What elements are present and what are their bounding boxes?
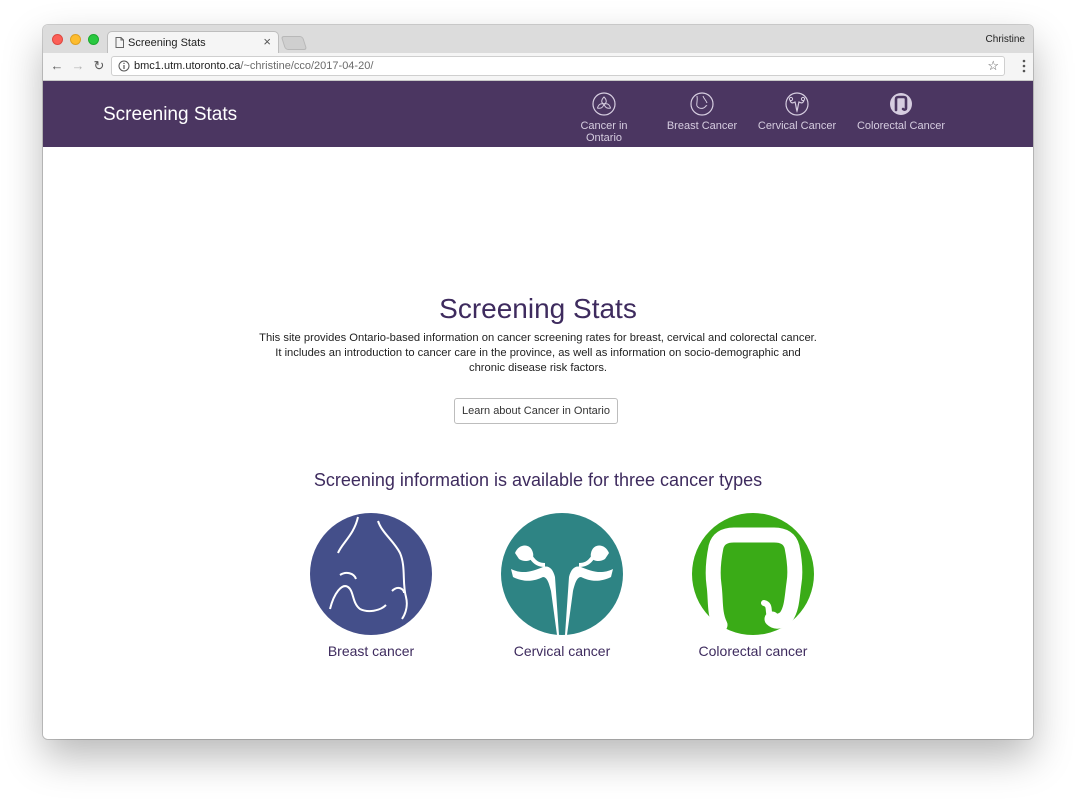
window-close-button[interactable]: [52, 34, 63, 45]
nav-label: Cancer in Ontario: [580, 120, 628, 144]
forward-arrow-icon[interactable]: →: [70, 58, 86, 74]
nav-label: Breast Cancer: [666, 120, 738, 132]
ontario-trillium-icon: [592, 92, 616, 116]
learn-about-cancer-button[interactable]: Learn about Cancer in Ontario: [454, 398, 618, 424]
nav-breast-cancer[interactable]: Breast Cancer: [664, 92, 740, 132]
back-arrow-icon[interactable]: ←: [49, 58, 65, 74]
colon-icon: [692, 513, 814, 635]
colon-icon: [890, 93, 912, 115]
tab-bar: Screening Stats × Christine: [43, 25, 1033, 54]
profile-name[interactable]: Christine: [986, 34, 1025, 45]
hero-description: This site provides Ontario-based informa…: [259, 332, 817, 374]
uterus-icon: [785, 92, 809, 116]
reload-icon[interactable]: ↻: [91, 58, 107, 74]
browser-toolbar: ← → ↻ bmc1.utm.utoronto.ca/~christine/cc…: [43, 53, 1033, 81]
uterus-icon: [501, 513, 623, 635]
bookmark-star-icon[interactable]: ☆: [987, 58, 999, 74]
breast-icon: [690, 92, 714, 116]
url-host: bmc1.utm.utoronto.ca: [134, 60, 241, 72]
nav-label: Colorectal Cancer: [856, 120, 946, 132]
card-label: Breast cancer: [327, 643, 415, 659]
info-icon: [118, 60, 130, 72]
nav-cervical-cancer[interactable]: Cervical Cancer: [757, 92, 837, 132]
breast-icon: [310, 513, 432, 635]
colorectal-cancer-card[interactable]: Colorectal cancer: [673, 513, 833, 659]
breast-cancer-card[interactable]: Breast cancer: [291, 513, 451, 659]
site-header: Screening Stats Cancer in Ontario Breast…: [43, 81, 1033, 147]
address-bar[interactable]: bmc1.utm.utoronto.ca/~christine/cco/2017…: [111, 56, 1005, 76]
browser-menu-icon[interactable]: [1022, 59, 1026, 73]
hero-title: Screening Stats: [439, 293, 637, 324]
nav-cancer-in-ontario[interactable]: Cancer in Ontario: [561, 92, 647, 144]
tab-title: Screening Stats: [128, 37, 206, 49]
browser-tab[interactable]: Screening Stats ×: [107, 31, 279, 54]
web-page: Screening Stats Cancer in Ontario Breast…: [43, 81, 1033, 739]
page-icon: [115, 37, 124, 48]
new-tab-button[interactable]: [280, 36, 308, 50]
cervical-cancer-card[interactable]: Cervical cancer: [482, 513, 642, 659]
cancer-types-heading: Screening information is available for t…: [313, 470, 763, 490]
nav-label: Cervical Cancer: [757, 120, 837, 132]
window-minimize-button[interactable]: [70, 34, 81, 45]
site-brand[interactable]: Screening Stats: [103, 104, 237, 126]
nav-colorectal-cancer[interactable]: Colorectal Cancer: [855, 92, 947, 132]
card-label: Colorectal cancer: [698, 643, 808, 659]
url-text: bmc1.utm.utoronto.ca/~christine/cco/2017…: [134, 60, 373, 72]
card-label: Cervical cancer: [513, 643, 611, 659]
url-path: /~christine/cco/2017-04-20/: [240, 60, 374, 72]
window-maximize-button[interactable]: [88, 34, 99, 45]
tab-close-icon[interactable]: ×: [263, 35, 271, 49]
browser-window: Screening Stats × Christine ← → ↻ bmc1.u…: [43, 25, 1033, 739]
